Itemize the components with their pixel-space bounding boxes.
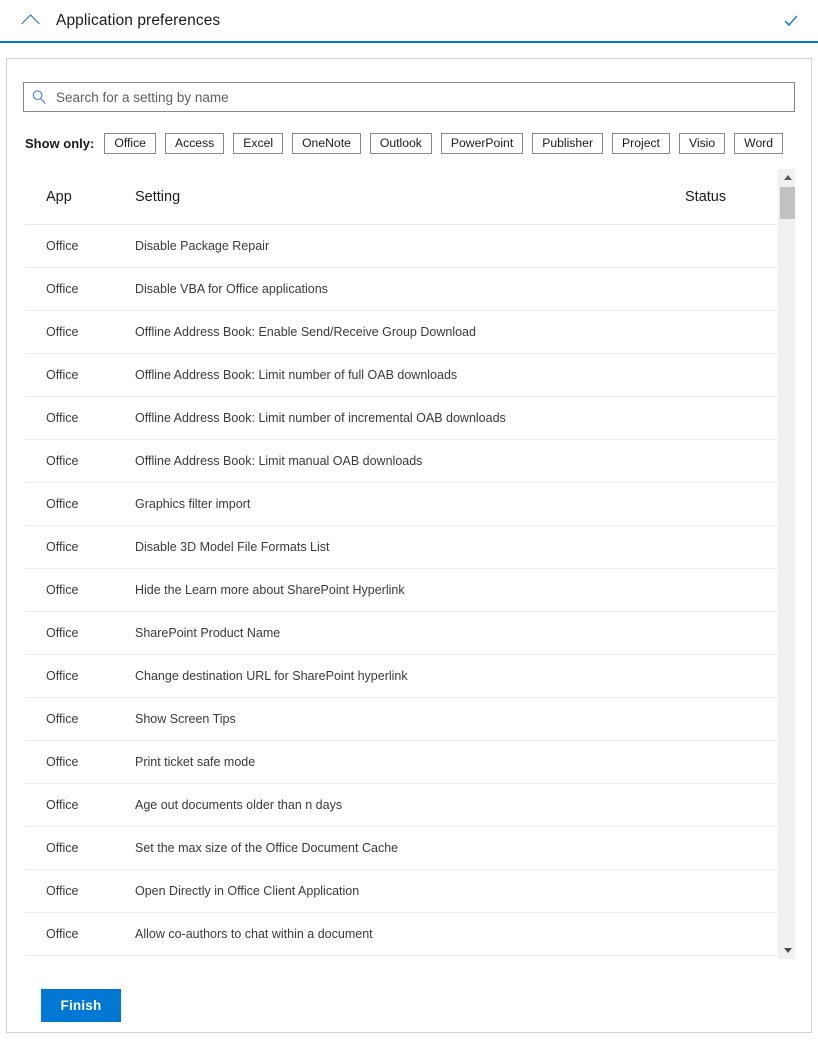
cell-setting: SharePoint Product Name xyxy=(135,626,281,640)
table-scrollbar[interactable] xyxy=(778,169,795,959)
finish-button[interactable]: Finish xyxy=(41,989,121,1022)
cell-setting: Hide the Learn more about SharePoint Hyp… xyxy=(135,583,405,597)
triangle-down-icon xyxy=(783,948,792,953)
table-row[interactable]: Office Show Screen Tips xyxy=(25,698,777,741)
checkmark-icon xyxy=(779,9,803,33)
settings-table: App Setting Status Office Disable Package… xyxy=(25,169,795,969)
cell-setting: Offline Address Book: Limit manual OAB d… xyxy=(135,454,423,468)
table-row[interactable]: Office Offline Address Book: Limit number… xyxy=(25,354,777,397)
filter-row: Show only: Office Access Excel OneNote O… xyxy=(25,132,784,154)
filter-chip-powerpoint[interactable]: PowerPoint xyxy=(440,132,524,154)
cell-app: Office xyxy=(46,497,79,511)
cell-app: Office xyxy=(46,841,79,855)
cell-setting: Offline Address Book: Limit number of fu… xyxy=(135,368,458,382)
table-row[interactable]: Office Graphics filter import xyxy=(25,483,777,526)
triangle-up-icon xyxy=(783,175,792,180)
table-row[interactable]: Office Set the max size of the Office Doc… xyxy=(25,827,777,870)
filter-chip-excel[interactable]: Excel xyxy=(233,132,284,154)
cell-app: Office xyxy=(46,239,79,253)
table-row[interactable]: Office SharePoint Product Name xyxy=(25,612,777,655)
search-icon xyxy=(24,83,54,111)
section-header: Application preferences xyxy=(0,0,818,43)
search-input[interactable] xyxy=(54,84,794,110)
filter-chip-access[interactable]: Access xyxy=(164,132,225,154)
filter-chip-project[interactable]: Project xyxy=(612,132,670,154)
table-row[interactable]: Office Disable Package Repair xyxy=(25,225,777,268)
search-box[interactable] xyxy=(23,82,795,112)
column-header-app: App xyxy=(46,188,72,205)
cell-app: Office xyxy=(46,669,79,683)
show-only-label: Show only: xyxy=(25,135,95,151)
scroll-up-button[interactable] xyxy=(779,169,796,186)
cell-setting: Print ticket safe mode xyxy=(135,755,256,769)
cell-setting: Show Screen Tips xyxy=(135,712,236,726)
table-row[interactable]: Office Change destination URL for SharePo… xyxy=(25,655,777,698)
cell-setting: Offline Address Book: Limit number of in… xyxy=(135,411,506,425)
table-row[interactable]: Office Allow co-authors to chat within a … xyxy=(25,913,777,956)
cell-setting: Change destination URL for SharePoint hy… xyxy=(135,669,408,683)
cell-app: Office xyxy=(46,927,79,941)
filter-chip-onenote[interactable]: OneNote xyxy=(292,132,361,154)
table-row[interactable]: Office Offline Address Book: Limit manual… xyxy=(25,440,777,483)
table-row[interactable]: Office Hide the Learn more about SharePoi… xyxy=(25,569,777,612)
scrollbar-thumb[interactable] xyxy=(780,187,795,219)
cell-setting: Disable 3D Model File Formats List xyxy=(135,540,330,554)
table-row[interactable]: Office Disable VBA for Office application… xyxy=(25,268,777,311)
table-row[interactable]: Office Print ticket safe mode xyxy=(25,741,777,784)
scroll-down-button[interactable] xyxy=(779,942,796,959)
cell-app: Office xyxy=(46,368,79,382)
cell-app: Office xyxy=(46,712,79,726)
table-row[interactable]: Office Offline Address Book: Limit number… xyxy=(25,397,777,440)
column-header-status: Status xyxy=(685,188,727,205)
table-row[interactable]: Office Age out documents older than n day… xyxy=(25,784,777,827)
page-title: Application preferences xyxy=(56,11,221,29)
collapse-section-button[interactable] xyxy=(10,1,50,41)
cell-app: Office xyxy=(46,411,79,425)
cell-app: Office xyxy=(46,798,79,812)
chevron-up-icon xyxy=(20,13,40,33)
filter-chip-word[interactable]: Word xyxy=(734,132,784,154)
cell-setting: Disable Package Repair xyxy=(135,239,270,253)
filter-chip-outlook[interactable]: Outlook xyxy=(369,132,432,154)
preferences-panel: Show only: Office Access Excel OneNote O… xyxy=(6,58,812,1033)
cell-app: Office xyxy=(46,884,79,898)
table-header-row: App Setting Status xyxy=(25,169,777,225)
table-row[interactable]: Office Open Directly in Office Client App… xyxy=(25,870,777,913)
cell-app: Office xyxy=(46,282,79,296)
cell-setting: Set the max size of the Office Document … xyxy=(135,841,399,855)
cell-setting: Graphics filter import xyxy=(135,497,251,511)
table-scroll-area: App Setting Status Office Disable Package… xyxy=(25,169,777,969)
application-preferences-page: Application preferences Show only: Offic… xyxy=(0,0,818,1041)
column-header-setting: Setting xyxy=(135,188,181,205)
cell-app: Office xyxy=(46,325,79,339)
cell-app: Office xyxy=(46,454,79,468)
cell-setting: Age out documents older than n days xyxy=(135,798,343,812)
cell-setting: Disable VBA for Office applications xyxy=(135,282,328,296)
table-row[interactable]: Office Disable 3D Model File Formats List xyxy=(25,526,777,569)
cell-setting: Offline Address Book: Enable Send/Receiv… xyxy=(135,325,476,339)
cell-app: Office xyxy=(46,583,79,597)
cell-setting: Open Directly in Office Client Applicati… xyxy=(135,884,360,898)
cell-app: Office xyxy=(46,626,79,640)
filter-chip-office[interactable]: Office xyxy=(104,132,156,154)
cell-app: Office xyxy=(46,540,79,554)
cell-app: Office xyxy=(46,755,79,769)
table-body: Office Disable Package Repair Office Disabl… xyxy=(25,225,777,956)
filter-chip-visio[interactable]: Visio xyxy=(678,132,726,154)
table-row[interactable]: Office Offline Address Book: Enable Send/… xyxy=(25,311,777,354)
filter-chip-publisher[interactable]: Publisher xyxy=(532,132,604,154)
cell-setting: Allow co-authors to chat within a docume… xyxy=(135,927,373,941)
